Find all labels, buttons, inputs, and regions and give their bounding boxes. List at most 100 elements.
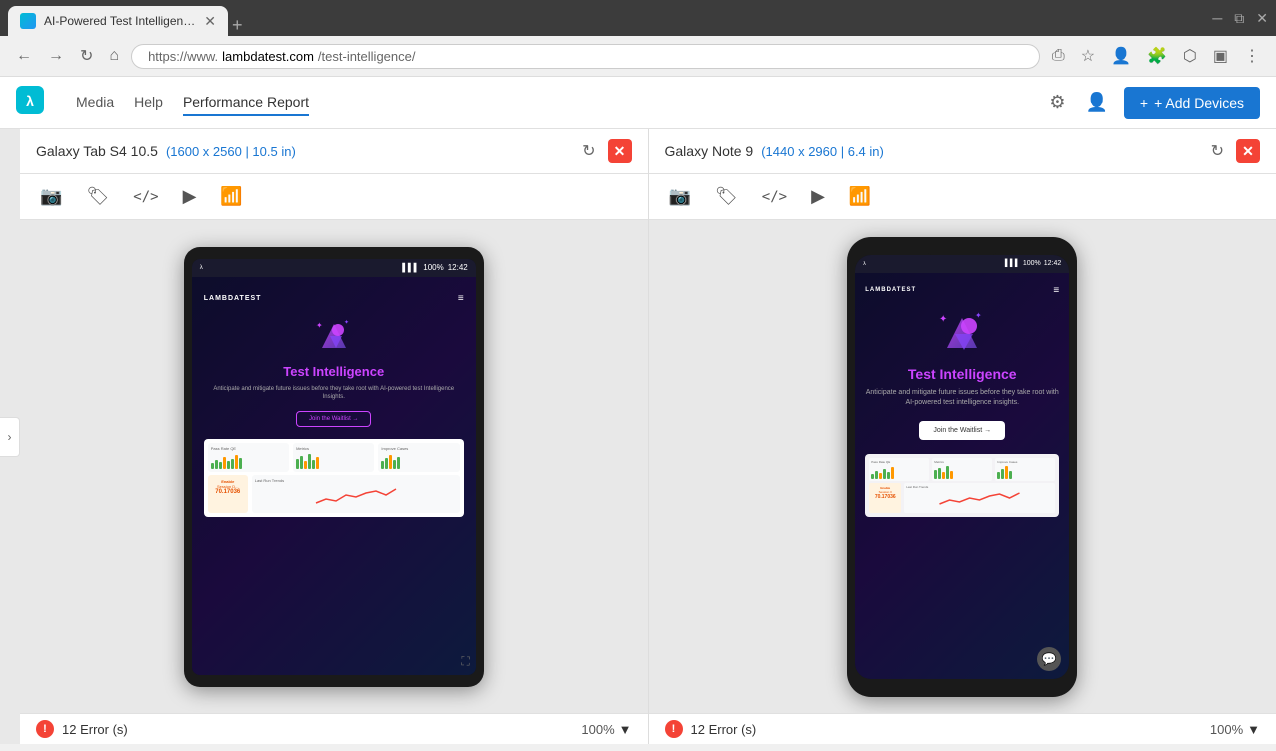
tablet-site-content: LAMBDATEST ≡ [192, 277, 476, 675]
settings-button[interactable]: ⚙ [1045, 88, 1069, 117]
tablet-fullscreen-icon[interactable]: ⛶ [461, 654, 469, 669]
add-devices-label: + Add Devices [1154, 95, 1244, 111]
collapse-sidebar-tab[interactable]: › [0, 417, 20, 457]
menu-icon[interactable]: ⋮ [1240, 42, 1264, 70]
svg-text:λ: λ [26, 93, 34, 109]
chevron-right-icon: › [8, 430, 12, 444]
bookmark-icon[interactable]: ☆ [1077, 42, 1099, 70]
code-tool-tablet[interactable]: </> [129, 185, 162, 209]
phone-site-logo: LAMBDATEST [865, 287, 916, 293]
device-toolbar-phone: 📷 🏷 </> ▶ 📶 [649, 174, 1276, 220]
nav-help[interactable]: Help [134, 90, 163, 116]
network-tool-tablet[interactable]: 📶 [216, 182, 246, 211]
phone-notch [922, 237, 1002, 255]
url-path: /test-intelligence/ [318, 49, 416, 64]
forward-button[interactable]: → [44, 43, 68, 69]
rotate-button-tablet[interactable]: ↻ [578, 137, 599, 165]
main-content: › Galaxy Tab S4 10.5 (1600 x 2560 | 10.5… [0, 129, 1276, 744]
device-header-actions-phone: ↻ ✕ [1207, 137, 1260, 165]
window-close-icon[interactable]: ✕ [1256, 10, 1268, 27]
active-tab[interactable]: AI-Powered Test Intelligence Plat... ✕ [8, 6, 228, 36]
back-button[interactable]: ← [12, 43, 36, 69]
phone-dashboard: Pass Rate QE [865, 454, 1059, 517]
zoom-dropdown-tablet[interactable]: ▼ [619, 722, 632, 737]
close-button-tablet[interactable]: ✕ [608, 139, 632, 163]
sidebar-toggle-icon[interactable]: ▣ [1209, 42, 1232, 70]
tablet-site-nav: LAMBDATEST ≡ [204, 293, 464, 304]
tab-close-icon[interactable]: ✕ [204, 13, 216, 30]
browser-toolbar: ← → ↻ ⌂ https://www. lambdatest.com/test-… [0, 36, 1276, 77]
extension-icon[interactable]: 🧩 [1143, 42, 1171, 70]
header-actions: ⚙ 👤 + + Add Devices [1045, 87, 1260, 119]
zoom-control-tablet: 100% ▼ [581, 722, 631, 737]
phone-logo-text: λ [863, 261, 866, 267]
error-text-phone: 12 Error (s) [691, 722, 757, 737]
profile-icon[interactable]: 👤 [1107, 42, 1135, 70]
network-tool-phone[interactable]: 📶 [845, 182, 875, 211]
tablet-signal-icon: ▌▌▌ [402, 263, 419, 272]
zoom-dropdown-phone[interactable]: ▼ [1247, 722, 1260, 737]
tag-tool-phone[interactable]: 🏷 [711, 182, 742, 211]
phone-site-subtitle: Anticipate and mitigate future issues be… [865, 388, 1059, 409]
address-bar[interactable]: https://www. lambdatest.com/test-intellig… [131, 44, 1040, 69]
video-tool-tablet[interactable]: ▶ [179, 182, 201, 211]
tab-label: AI-Powered Test Intelligence Plat... [44, 14, 196, 28]
window-controls: ─ ⧉ ✕ [1212, 10, 1268, 27]
reload-button[interactable]: ↻ [76, 42, 97, 70]
phone-chat-bubble[interactable]: 💬 [1037, 647, 1061, 671]
error-icon-tablet: ! [36, 720, 54, 738]
app-nav: Media Help Performance Report [76, 90, 1021, 116]
new-tab-button[interactable]: + [232, 15, 243, 36]
extension2-icon[interactable]: ⬡ [1179, 42, 1201, 70]
phone-battery-text: 100% [1023, 260, 1041, 267]
minimize-icon[interactable]: ─ [1212, 10, 1222, 26]
device-statusbar-phone: ! 12 Error (s) 100% ▼ [649, 713, 1276, 744]
tab-favicon [20, 13, 36, 29]
url-domain: lambdatest.com [222, 49, 314, 64]
user-button[interactable]: 👤 [1082, 88, 1112, 117]
app-logo-icon: λ [16, 86, 44, 120]
device-viewport-tablet: λ ▌▌▌ 100% 12:42 LAMBDATEST ≡ [20, 220, 648, 713]
zoom-value-phone: 100% [1210, 722, 1243, 737]
tablet-statusbar: λ ▌▌▌ 100% 12:42 [192, 259, 476, 277]
phone-site-cta[interactable]: Join the Waitlist → [919, 421, 1005, 440]
restore-icon[interactable]: ⧉ [1234, 10, 1244, 27]
screenshot-tool-tablet[interactable]: 📷 [36, 182, 66, 211]
zoom-control-phone: 100% ▼ [1210, 722, 1260, 737]
tablet-hamburger-icon: ≡ [458, 293, 464, 304]
screenshot-tool-phone[interactable]: 📷 [665, 182, 695, 211]
nav-media[interactable]: Media [76, 90, 114, 116]
phone-statusbar-right: ▌▌▌ 100% 12:42 [1005, 260, 1061, 267]
add-icon: + [1140, 95, 1148, 111]
device-name-phone: Galaxy Note 9 [665, 143, 754, 159]
error-icon-phone: ! [665, 720, 683, 738]
tablet-site-cta[interactable]: Join the Waitlist → [296, 411, 371, 427]
device-panel-tablet: Galaxy Tab S4 10.5 (1600 x 2560 | 10.5 i… [20, 129, 649, 744]
rotate-button-phone[interactable]: ↻ [1207, 137, 1228, 165]
home-button[interactable]: ⌂ [105, 43, 123, 69]
device-statusbar-tablet: ! 12 Error (s) 100% ▼ [20, 713, 648, 744]
app-header: λ Media Help Performance Report ⚙ 👤 + + … [0, 77, 1276, 129]
device-name-tablet: Galaxy Tab S4 10.5 [36, 143, 158, 159]
tag-tool-tablet[interactable]: 🏷 [82, 182, 113, 211]
close-button-phone[interactable]: ✕ [1236, 139, 1260, 163]
phone-signal-icon: ▌▌▌ [1005, 260, 1020, 267]
phone-cta-label: Join the Waitlist → [933, 427, 991, 434]
tablet-screen: λ ▌▌▌ 100% 12:42 LAMBDATEST ≡ [192, 259, 476, 675]
add-devices-button[interactable]: + + Add Devices [1124, 87, 1260, 119]
device-specs-tablet: (1600 x 2560 | 10.5 in) [166, 144, 296, 159]
code-tool-phone[interactable]: </> [758, 185, 791, 209]
phone-time-text: 12:42 [1044, 260, 1062, 267]
tablet-dashboard: Pass Rate QE [204, 439, 464, 517]
video-tool-phone[interactable]: ▶ [807, 182, 829, 211]
tab-strip: AI-Powered Test Intelligence Plat... ✕ + [8, 0, 1204, 36]
share-icon[interactable]: ⎙ [1048, 43, 1069, 69]
url-prefix: https://www. [148, 49, 218, 64]
svg-text:✦: ✦ [344, 319, 349, 326]
browser-titlebar: AI-Powered Test Intelligence Plat... ✕ +… [0, 0, 1276, 36]
device-panel-phone: Galaxy Note 9 (1440 x 2960 | 6.4 in) ↻ ✕… [649, 129, 1276, 744]
nav-performance[interactable]: Performance Report [183, 90, 309, 116]
tablet-site-title: Test Intelligence [283, 364, 384, 379]
svg-text:✦: ✦ [939, 314, 947, 325]
device-header-phone: Galaxy Note 9 (1440 x 2960 | 6.4 in) ↻ ✕ [649, 129, 1276, 174]
